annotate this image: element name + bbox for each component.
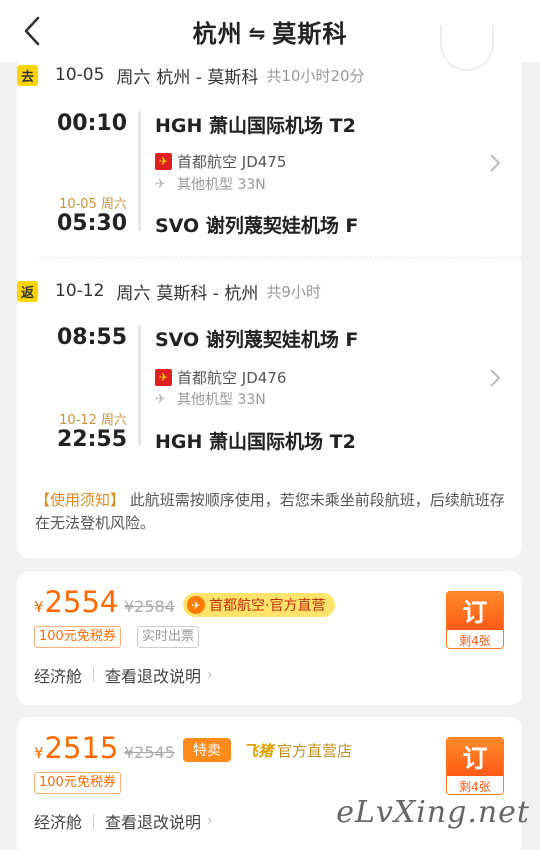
airline-logo-icon: ✈ [155, 153, 172, 170]
leg-date: 10-05 [55, 65, 105, 85]
aircraft-info: ✈ 其他机型 33N [155, 174, 266, 194]
chevron-right-icon: › [207, 813, 213, 829]
departure-time: 08:55 [56, 325, 127, 350]
leg-duration: 共10小时20分 [266, 66, 365, 85]
price-offer-card[interactable]: ¥ 2515 ¥2545 特卖 飞猪 官方直营店 100元免税券 经济舱 查看退… [17, 717, 522, 850]
feizhu-store-badge: 飞猪 官方直营店 [243, 740, 352, 761]
seats-remaining: 剩4张 [447, 776, 503, 794]
coupon-badge: 100元免税券 [34, 626, 121, 648]
round-trip-arrows-icon: ⇋ [248, 21, 267, 45]
outbound-tag: 去 [17, 64, 38, 86]
notice-label: 【使用须知】 [35, 491, 126, 509]
flight-details-card: 去 10-05 周六 杭州 - 莫斯科 共10小时20分 00:10 HGH 萧… [17, 25, 522, 558]
plane-icon: ✈ [155, 391, 166, 407]
aircraft-info: ✈ 其他机型 33N [155, 389, 266, 409]
timeline-line [138, 325, 141, 445]
book-button[interactable]: 订 剩4张 [446, 591, 504, 649]
leg-weekday: 周六 [116, 283, 151, 304]
seats-remaining: 剩4张 [447, 630, 503, 648]
airline-logo-icon: ✈ [155, 369, 172, 386]
leg-header: 去 10-05 周六 杭州 - 莫斯科 共10小时20分 [17, 63, 365, 88]
arrival-time: 05:30 [56, 211, 127, 236]
feizhu-logo: 飞猪 [243, 742, 274, 760]
arrival-date: 10-12 周六 [59, 413, 127, 428]
refund-policy-link[interactable]: 查看退改说明 [105, 663, 201, 687]
leg-route: 杭州 - 莫斯科 [156, 67, 259, 88]
book-label: 订 [447, 738, 503, 776]
airline-logo-icon: ✈ [187, 596, 205, 614]
destination-city: 莫斯科 [272, 20, 348, 48]
coupon-badge: 100元免税券 [34, 772, 121, 794]
brand-label: 首都航空·官方直营 [209, 598, 326, 614]
watermark-text: eLvXing.net [336, 795, 530, 830]
leg-route: 莫斯科 - 杭州 [156, 283, 259, 304]
departure-time: 00:10 [56, 111, 127, 136]
original-price: ¥2584 [124, 597, 175, 616]
leg-divider [35, 257, 522, 258]
price-value: 2515 [44, 731, 119, 765]
currency-symbol: ¥ [34, 744, 44, 762]
price-offer-card[interactable]: ¥ 2554 ¥2584 ✈ 首都航空·官方直营 100元免税券 实时出票 经济… [17, 571, 522, 705]
instant-ticket-badge: 实时出票 [137, 626, 200, 648]
origin-city: 杭州 [192, 20, 243, 48]
outbound-leg[interactable]: 去 10-05 周六 杭州 - 莫斯科 共10小时20分 00:10 HGH 萧… [17, 63, 522, 253]
separator [93, 814, 95, 828]
arrival-time: 22:55 [56, 427, 127, 452]
arrival-airport: HGH 萧山国际机场 T2 [155, 431, 356, 453]
airline-info: ✈ 首都航空 JD476 [155, 367, 286, 388]
chevron-right-icon[interactable] [488, 367, 502, 389]
book-label: 订 [447, 592, 503, 630]
offer-price: ¥ 2554 [34, 585, 118, 619]
inbound-leg[interactable]: 返 10-12 周六 莫斯科 - 杭州 共9小时 08:55 SVO 谢列蔑契娃… [17, 279, 522, 469]
leg-header: 返 10-12 周六 莫斯科 - 杭州 共9小时 [17, 279, 321, 304]
timeline-line [138, 111, 141, 231]
offer-price: ¥ 2515 [34, 731, 118, 765]
airline-flight: 首都航空 JD475 [177, 153, 287, 171]
store-label: 官方直营店 [277, 742, 353, 760]
aircraft-type: 其他机型 33N [177, 392, 266, 408]
special-sale-badge: 特卖 [183, 738, 231, 762]
price-value: 2554 [44, 585, 119, 619]
departure-airport: HGH 萧山国际机场 T2 [155, 115, 356, 137]
leg-date: 10-12 [55, 281, 105, 301]
book-button[interactable]: 订 剩4张 [446, 737, 504, 795]
offer-info-row: 经济舱 查看退改说明 › [34, 809, 213, 833]
refund-policy-link[interactable]: 查看退改说明 [105, 809, 201, 833]
chevron-right-icon[interactable] [488, 152, 502, 174]
airline-official-badge: ✈ 首都航空·官方直营 [183, 593, 336, 617]
leg-weekday: 周六 [116, 67, 151, 88]
chevron-right-icon: › [207, 667, 213, 683]
return-tag: 返 [17, 280, 38, 302]
leg-duration: 共9小时 [266, 282, 321, 301]
departure-airport: SVO 谢列蔑契娃机场 F [155, 329, 359, 351]
cabin-class: 经济舱 [34, 667, 83, 686]
airline-info: ✈ 首都航空 JD475 [155, 151, 286, 172]
airline-flight: 首都航空 JD476 [177, 369, 287, 387]
usage-notice: 【使用须知】 此航班需按顺序使用，若您未乘坐前段航班，后续航班存在无法登机风险。 [35, 489, 505, 535]
cabin-class: 经济舱 [34, 813, 83, 832]
separator [93, 668, 95, 682]
offer-info-row: 经济舱 查看退改说明 › [34, 663, 213, 687]
aircraft-type: 其他机型 33N [177, 177, 266, 193]
original-price: ¥2545 [124, 743, 175, 762]
arrival-airport: SVO 谢列蔑契娃机场 F [155, 215, 359, 237]
plane-icon: ✈ [155, 176, 166, 192]
currency-symbol: ¥ [34, 598, 44, 616]
arrival-date: 10-05 周六 [59, 197, 127, 212]
